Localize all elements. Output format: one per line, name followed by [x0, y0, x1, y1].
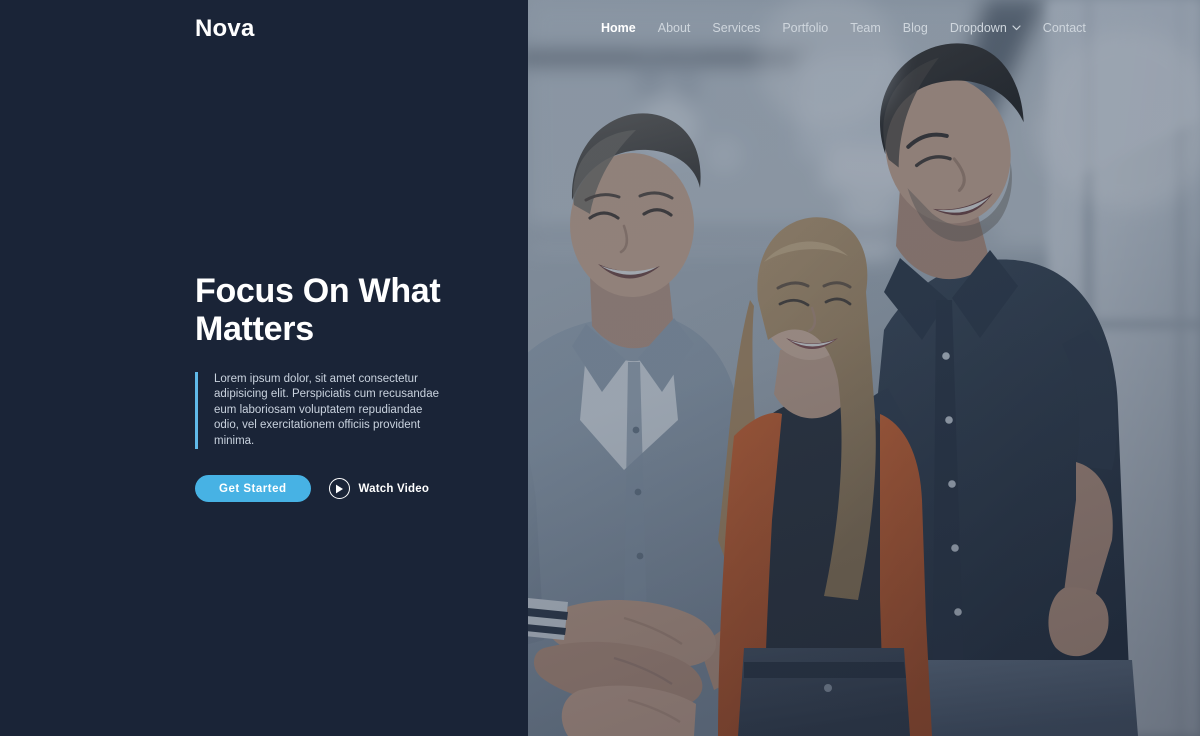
- main-navigation: Home About Services Portfolio Team Blog Dropdo…: [528, 0, 1200, 56]
- nav-item-about[interactable]: About: [647, 14, 702, 42]
- get-started-button[interactable]: Get Started: [195, 475, 311, 503]
- nav-item-label: Team: [850, 21, 881, 35]
- hero-photo-image: [528, 0, 1200, 736]
- nav-list: Home About Services Portfolio Team Blog Dropdo…: [590, 14, 1097, 42]
- nav-item-portfolio[interactable]: Portfolio: [771, 14, 839, 42]
- nav-item-dropdown[interactable]: Dropdown: [939, 14, 1032, 42]
- hero-actions: Get Started Watch Video: [195, 475, 495, 503]
- nav-item-label: About: [657, 21, 691, 35]
- watch-video-label: Watch Video: [358, 482, 430, 495]
- hero-title: Focus On What Matters: [195, 272, 441, 348]
- nav-item-label: Blog: [902, 21, 928, 35]
- nav-item-home[interactable]: Home: [590, 14, 647, 42]
- nav-item-label: Dropdown: [949, 21, 1007, 35]
- nav-item-label: Services: [712, 21, 761, 35]
- watch-video-button[interactable]: Watch Video: [328, 478, 430, 500]
- chevron-down-icon: [1012, 25, 1021, 31]
- hero-left-panel: Nova Focus On What Matters Lorem ipsum d…: [0, 0, 528, 736]
- brand-logo[interactable]: Nova: [195, 14, 255, 44]
- hero-photo: [528, 0, 1200, 736]
- nav-item-label: Contact: [1042, 21, 1086, 35]
- hero-content: Focus On What Matters Lorem ipsum dolor,…: [195, 272, 495, 503]
- nav-item-label: Home: [601, 21, 636, 35]
- play-icon: [328, 478, 350, 500]
- nav-item-blog[interactable]: Blog: [892, 14, 939, 42]
- nav-item-team[interactable]: Team: [839, 14, 892, 42]
- hero-paragraph: Lorem ipsum dolor, sit amet consectetur …: [195, 372, 445, 450]
- landing-page: Nova Focus On What Matters Lorem ipsum d…: [0, 0, 1200, 736]
- nav-item-services[interactable]: Services: [701, 14, 771, 42]
- nav-item-contact[interactable]: Contact: [1032, 14, 1097, 42]
- nav-item-label: Portfolio: [782, 21, 829, 35]
